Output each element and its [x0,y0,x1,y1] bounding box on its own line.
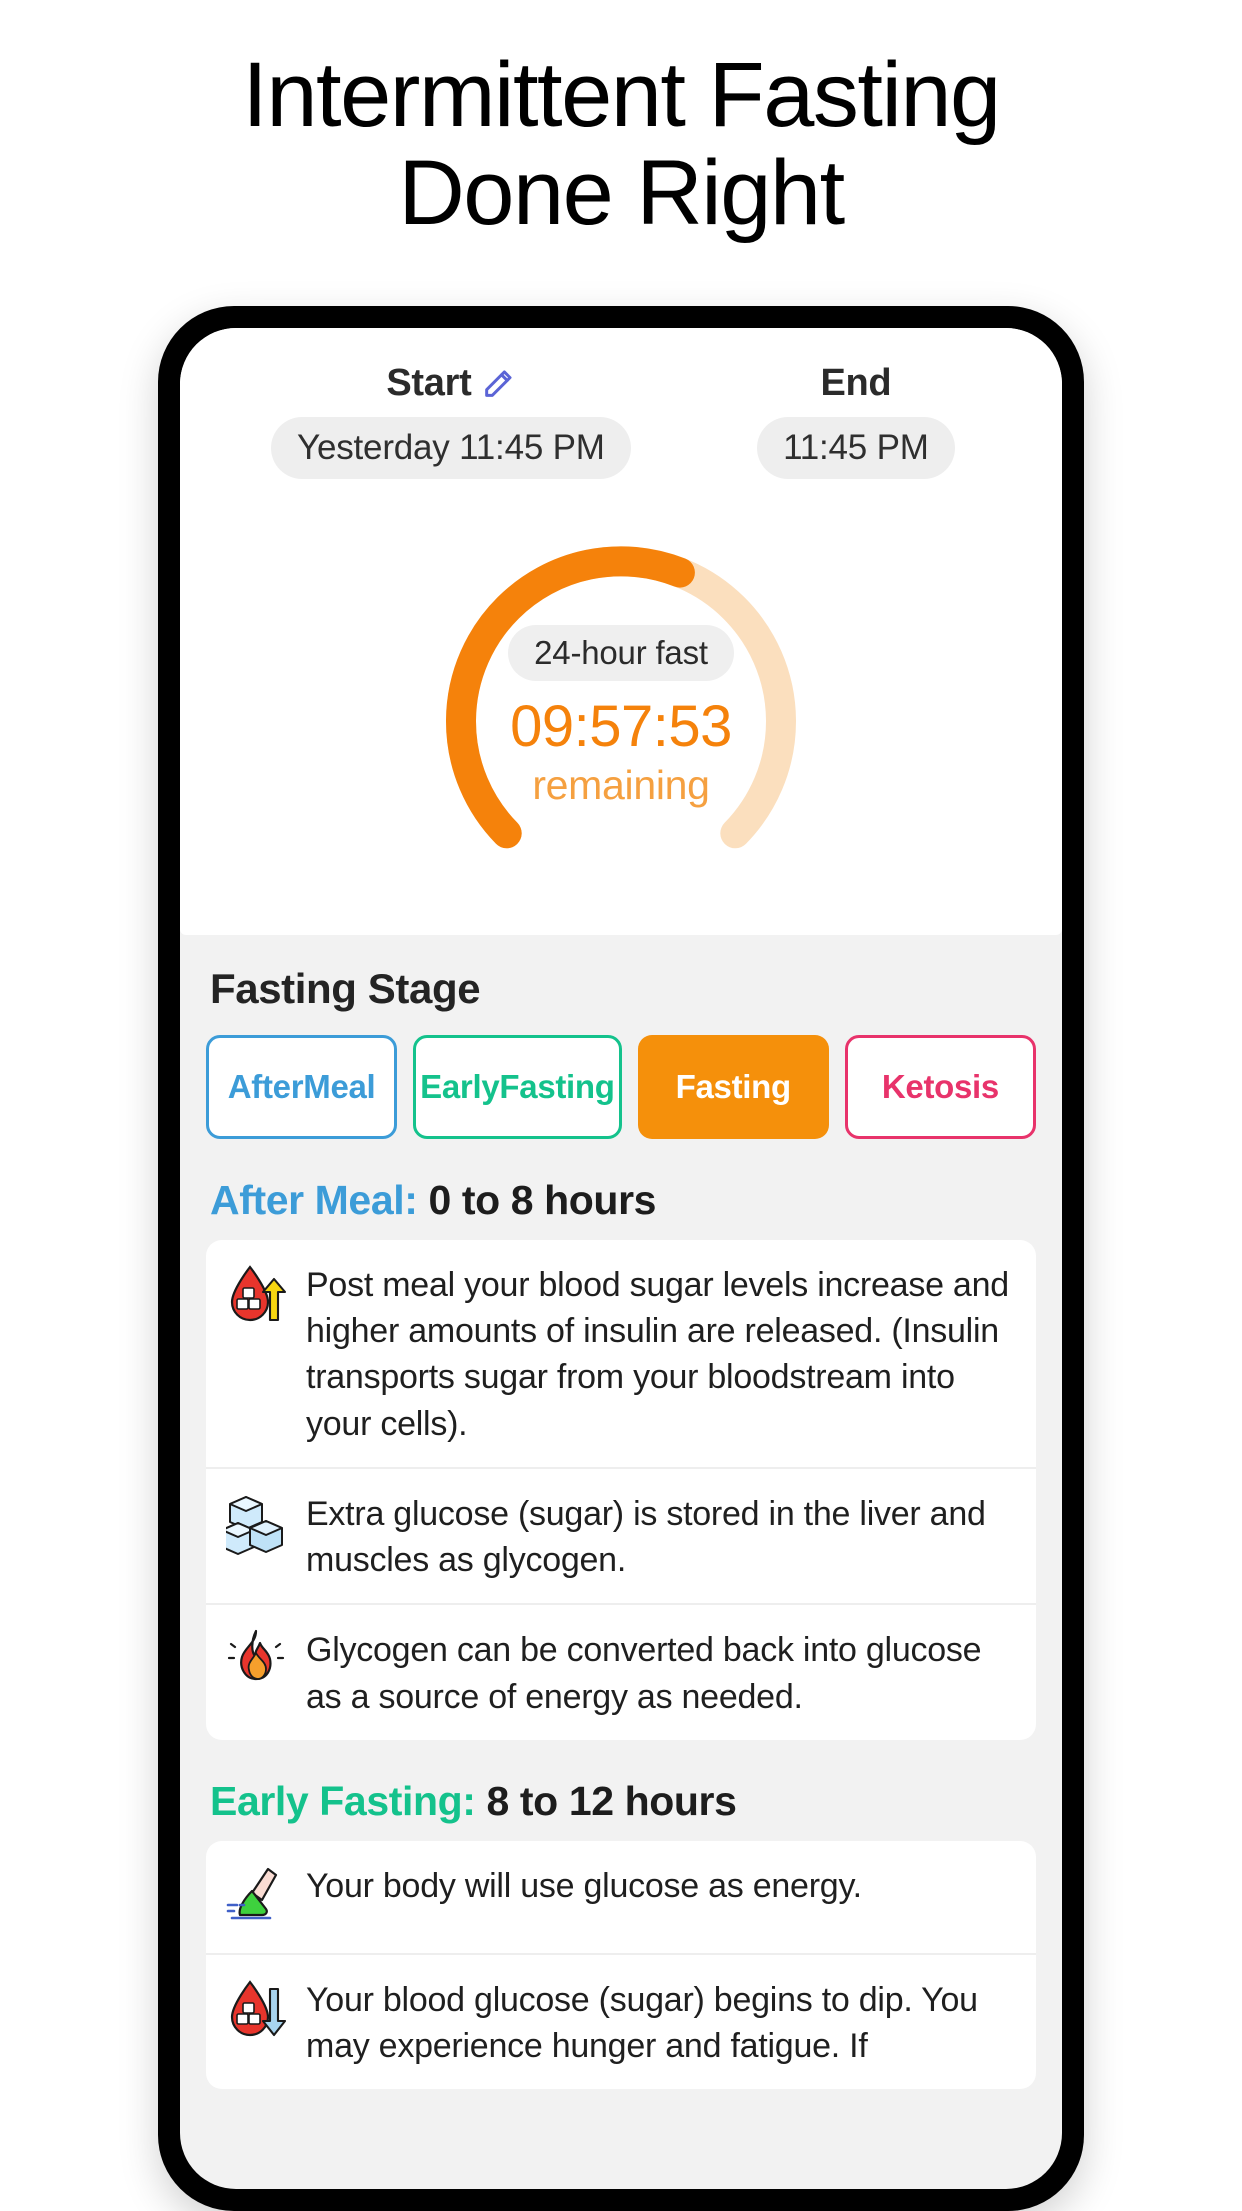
info-row: Post meal your blood sugar levels increa… [206,1240,1036,1467]
section-name: Early Fasting: [210,1777,487,1824]
stage-chip-label: After [227,1068,304,1106]
info-card: Your body will use glucose as energy. You… [206,1840,1036,2090]
info-row: Your blood glucose (sugar) begins to dip… [206,1952,1036,2089]
stage-chip-label: Fasting [675,1068,792,1106]
section-heading: Early Fasting: 8 to 12 hours [210,1778,1036,1825]
flame-icon [224,1625,288,1697]
info-row-text: Post meal your blood sugar levels increa… [306,1266,1009,1443]
blood-drop-sugar-down-icon [224,1975,288,2047]
page-headline: Intermittent Fasting Done Right [0,46,1242,243]
blood-drop-sugar-up-icon [224,1260,288,1332]
stage-chip-label: Early [420,1068,500,1106]
headline-line-2: Done Right [398,142,845,245]
info-row: Glycogen can be converted back into gluc… [206,1603,1036,1739]
stage-chip-label: Ketosis [881,1068,999,1106]
info-card: Post meal your blood sugar levels increa… [206,1240,1036,1740]
section-range: 8 to 12 hours [486,1777,737,1824]
fasting-progress-gauge: 24-hour fast 09:57:53 remaining [406,507,836,907]
running-leg-icon [224,1861,288,1933]
stage-chip-label: Meal [303,1068,376,1106]
stage-chip-after-meal[interactable]: After Meal [206,1035,398,1139]
info-row-text: Your body will use glucose as energy. [306,1866,862,1905]
stage-chip-early-fasting[interactable]: Early Fasting [413,1035,622,1139]
stage-chip-label: Fasting [499,1068,615,1106]
section-name: After Meal: [210,1177,429,1223]
info-row-text: Extra glucose (sugar) is stored in the l… [306,1494,986,1580]
phone-mockup: Start Yesterday 11:45 PM End 11:45 PM 24… [158,306,1084,2211]
gauge-center-content: 24-hour fast 09:57:53 remaining [406,625,836,809]
pencil-icon[interactable] [481,367,515,401]
countdown-label: remaining [532,761,710,808]
end-time-pill[interactable]: 11:45 PM [757,417,955,479]
start-label: Start [386,362,472,404]
info-row: Extra glucose (sugar) is stored in the l… [206,1466,1036,1603]
start-time-pill[interactable]: Yesterday 11:45 PM [271,417,631,479]
start-column: Start Yesterday 11:45 PM [216,362,686,479]
stage-chip-ketosis[interactable]: Ketosis [844,1035,1036,1139]
stage-chip-fasting[interactable]: Fasting [637,1035,829,1139]
fasting-timer-card: Start Yesterday 11:45 PM End 11:45 PM 24… [180,328,1062,935]
fasting-stage-chips: After Meal Early Fasting Fasting Ketosis [206,1035,1036,1139]
start-label-group: Start [386,362,515,405]
section-heading: After Meal: 0 to 8 hours [210,1177,1036,1224]
end-column: End 11:45 PM [686,362,1026,479]
stage-details-host: After Meal: 0 to 8 hours Post meal your b… [206,1177,1036,2090]
fasting-stage-section: Fasting Stage After Meal Early Fasting Fasti… [180,965,1062,2090]
start-end-row: Start Yesterday 11:45 PM End 11:45 PM [208,362,1034,479]
countdown-value: 09:57:53 [510,694,732,759]
headline-line-1: Intermittent Fasting [242,44,1001,146]
info-row: Your body will use glucose as energy. [206,1841,1036,1953]
sugar-cubes-icon [224,1489,288,1561]
end-label: End [820,362,892,404]
fast-type-chip: 24-hour fast [508,625,734,681]
phone-screen: Start Yesterday 11:45 PM End 11:45 PM 24… [180,328,1062,2189]
section-range: 0 to 8 hours [428,1177,657,1223]
fasting-stage-title: Fasting Stage [210,965,481,1012]
info-row-text: Glycogen can be converted back into gluc… [306,1631,982,1716]
info-row-text: Your blood glucose (sugar) begins to dip… [306,1980,978,2066]
